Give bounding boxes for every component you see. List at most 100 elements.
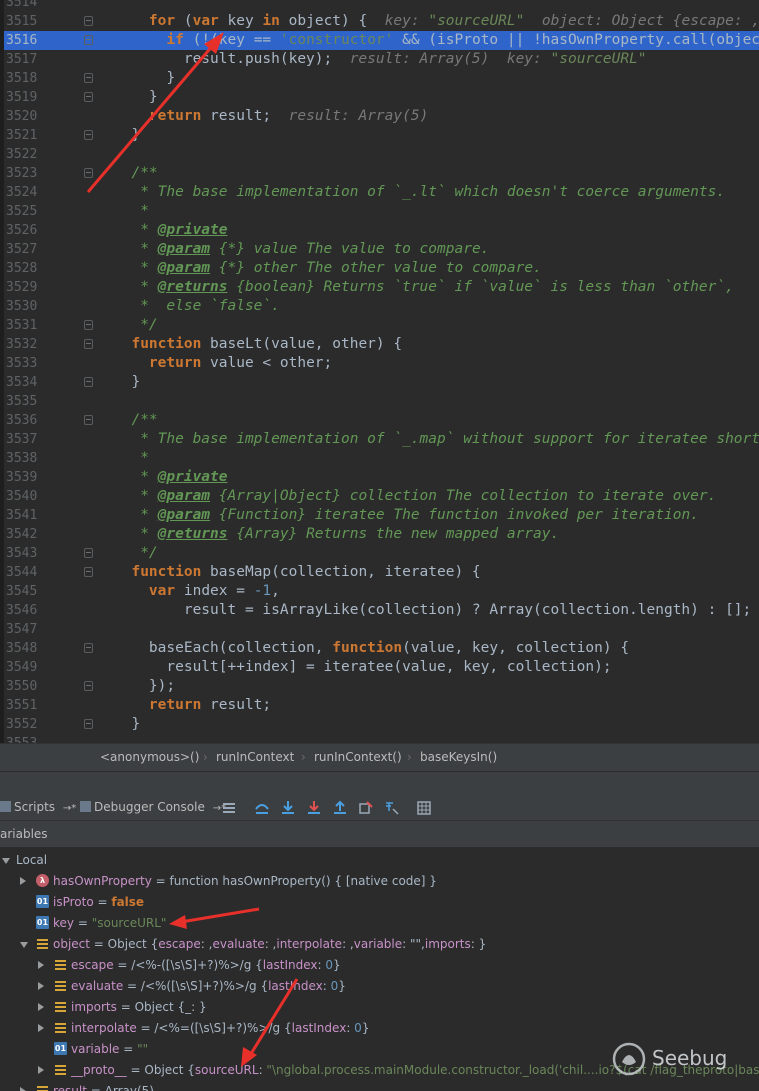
code-line[interactable]: 3550 }); (0, 677, 759, 696)
code-line[interactable]: 3535 (0, 392, 759, 411)
code-line[interactable]: 3527 * @param {*} value The value to com… (0, 240, 759, 259)
line-number[interactable]: 3527 (6, 240, 52, 259)
variable-row[interactable]: interpolate = /<%=([\s\S]+?)%>/g {lastIn… (0, 1018, 759, 1039)
line-number[interactable]: 3524 (6, 183, 52, 202)
line-number[interactable]: 3534 (6, 373, 52, 392)
line-number[interactable]: 3553 (6, 734, 52, 743)
line-number[interactable]: 3551 (6, 696, 52, 715)
line-number[interactable]: 3550 (6, 677, 52, 696)
code-line[interactable]: 3526 * @private (0, 221, 759, 240)
line-number[interactable]: 3549 (6, 658, 52, 677)
breadcrumb-item-basekeysin[interactable]: baseKeysIn() (420, 750, 497, 764)
variable-row[interactable]: 01 isProto = false (0, 892, 759, 913)
fold-marker-icon[interactable] (84, 719, 93, 729)
line-number[interactable]: 3519 (6, 88, 52, 107)
fold-marker-icon[interactable] (84, 415, 93, 425)
code-line[interactable]: 3529 * @returns {boolean} Returns `true`… (0, 278, 759, 297)
line-number[interactable]: 3545 (6, 582, 52, 601)
code-line[interactable]: 3545 var index = -1, (0, 582, 759, 601)
line-number[interactable]: 3516 (6, 31, 52, 50)
code-line[interactable]: 3532 function baseLt(value, other) { (0, 335, 759, 354)
code-line[interactable]: 3541 * @param {Function} iteratee The fu… (0, 506, 759, 525)
line-number[interactable]: 3546 (6, 601, 52, 620)
force-step-into-icon[interactable] (306, 800, 322, 816)
line-number[interactable]: 3547 (6, 620, 52, 639)
line-number[interactable]: 3552 (6, 715, 52, 734)
line-number[interactable]: 3542 (6, 525, 52, 544)
fold-marker-icon[interactable] (84, 681, 93, 691)
line-number[interactable]: 3533 (6, 354, 52, 373)
fold-marker-icon[interactable] (84, 339, 93, 349)
expand-arrow-icon[interactable] (38, 1024, 44, 1032)
line-number[interactable]: 3528 (6, 259, 52, 278)
step-into-icon[interactable] (280, 800, 296, 816)
line-number[interactable]: 3537 (6, 430, 52, 449)
line-number[interactable]: 3523 (6, 164, 52, 183)
breadcrumb-item-runincontext-call[interactable]: runInContext() (314, 750, 402, 764)
code-line[interactable]: 3514 (0, 0, 759, 12)
variable-row[interactable]: evaluate = /<%([\s\S]+?)%>/g {lastIndex:… (0, 976, 759, 997)
variable-row[interactable]: object = Object {escape: ,evaluate: ,int… (0, 934, 759, 955)
code-line[interactable]: 3546 result = isArrayLike(collection) ? … (0, 601, 759, 620)
code-line[interactable]: 3534 } (0, 373, 759, 392)
line-number[interactable]: 3526 (6, 221, 52, 240)
collapse-arrow-icon[interactable] (20, 942, 28, 948)
code-line[interactable]: 3533 return value < other; (0, 354, 759, 373)
code-line[interactable]: 3548 baseEach(collection, function(value… (0, 639, 759, 658)
code-line[interactable]: 3553 (0, 734, 759, 743)
line-number[interactable]: 3520 (6, 107, 52, 126)
expand-arrow-icon[interactable] (38, 1003, 44, 1011)
line-number[interactable]: 3538 (6, 449, 52, 468)
fold-marker-icon[interactable] (84, 567, 93, 577)
code-line[interactable]: 3539 * @private (0, 468, 759, 487)
line-number[interactable]: 3532 (6, 335, 52, 354)
tab-debugger-console[interactable]: Debugger Console →* (80, 800, 226, 814)
fold-marker-icon[interactable] (84, 643, 93, 653)
code-line[interactable]: 3525 * (0, 202, 759, 221)
variable-row[interactable]: result = Array(5) (0, 1081, 759, 1091)
code-line[interactable]: 3543 */ (0, 544, 759, 563)
evaluate-icon[interactable] (384, 800, 400, 816)
expand-arrow-icon[interactable] (38, 961, 44, 969)
variable-row[interactable]: λ hasOwnProperty = function hasOwnPropert… (0, 871, 759, 892)
pin-tab-icon[interactable]: →* (63, 803, 76, 814)
line-number[interactable]: 3521 (6, 126, 52, 145)
line-number[interactable]: 3535 (6, 392, 52, 411)
line-number[interactable]: 3543 (6, 544, 52, 563)
code-line[interactable]: 3551 return result; (0, 696, 759, 715)
step-out-icon[interactable] (332, 800, 348, 816)
step-over-icon[interactable] (254, 800, 270, 816)
table-icon[interactable] (416, 800, 432, 816)
expand-arrow-icon[interactable] (38, 1066, 44, 1074)
variable-row[interactable]: escape = /<%-([\s\S]+?)%>/g {lastIndex: … (0, 955, 759, 976)
code-line[interactable]: 3540 * @param {Array|Object} collection … (0, 487, 759, 506)
variable-row[interactable]: Local (0, 850, 759, 871)
line-number[interactable]: 3525 (6, 202, 52, 221)
menu-icon[interactable] (221, 800, 237, 816)
code-line[interactable]: 3528 * @param {*} other The other value … (0, 259, 759, 278)
run-to-cursor-icon[interactable] (358, 800, 374, 816)
variable-row[interactable]: imports = Object {_: } (0, 997, 759, 1018)
fold-marker-icon[interactable] (84, 377, 93, 387)
line-number[interactable]: 3530 (6, 297, 52, 316)
expand-arrow-icon[interactable] (20, 877, 26, 885)
line-number[interactable]: 3522 (6, 145, 52, 164)
line-number[interactable]: 3518 (6, 69, 52, 88)
expand-arrow-icon[interactable] (38, 982, 44, 990)
line-number[interactable]: 3531 (6, 316, 52, 335)
line-number[interactable]: 3514 (6, 0, 52, 12)
code-line[interactable]: 3542 * @returns {Array} Returns the new … (0, 525, 759, 544)
code-line[interactable]: 3544 function baseMap(collection, iterat… (0, 563, 759, 582)
code-line[interactable]: 3549 result[++index] = iteratee(value, k… (0, 658, 759, 677)
code-line[interactable]: 3530 * else `false`. (0, 297, 759, 316)
line-number[interactable]: 3539 (6, 468, 52, 487)
code-line[interactable]: 3547 (0, 620, 759, 639)
breadcrumb-item-anonymous[interactable]: <anonymous>() (100, 750, 199, 764)
collapse-arrow-icon[interactable] (2, 858, 10, 864)
fold-marker-icon[interactable] (84, 320, 93, 330)
line-number[interactable]: 3541 (6, 506, 52, 525)
code-line[interactable]: 3552 } (0, 715, 759, 734)
code-line[interactable]: 3536 /** (0, 411, 759, 430)
variable-row[interactable]: 01 key = "sourceURL" (0, 913, 759, 934)
code-line[interactable]: 3538 * (0, 449, 759, 468)
